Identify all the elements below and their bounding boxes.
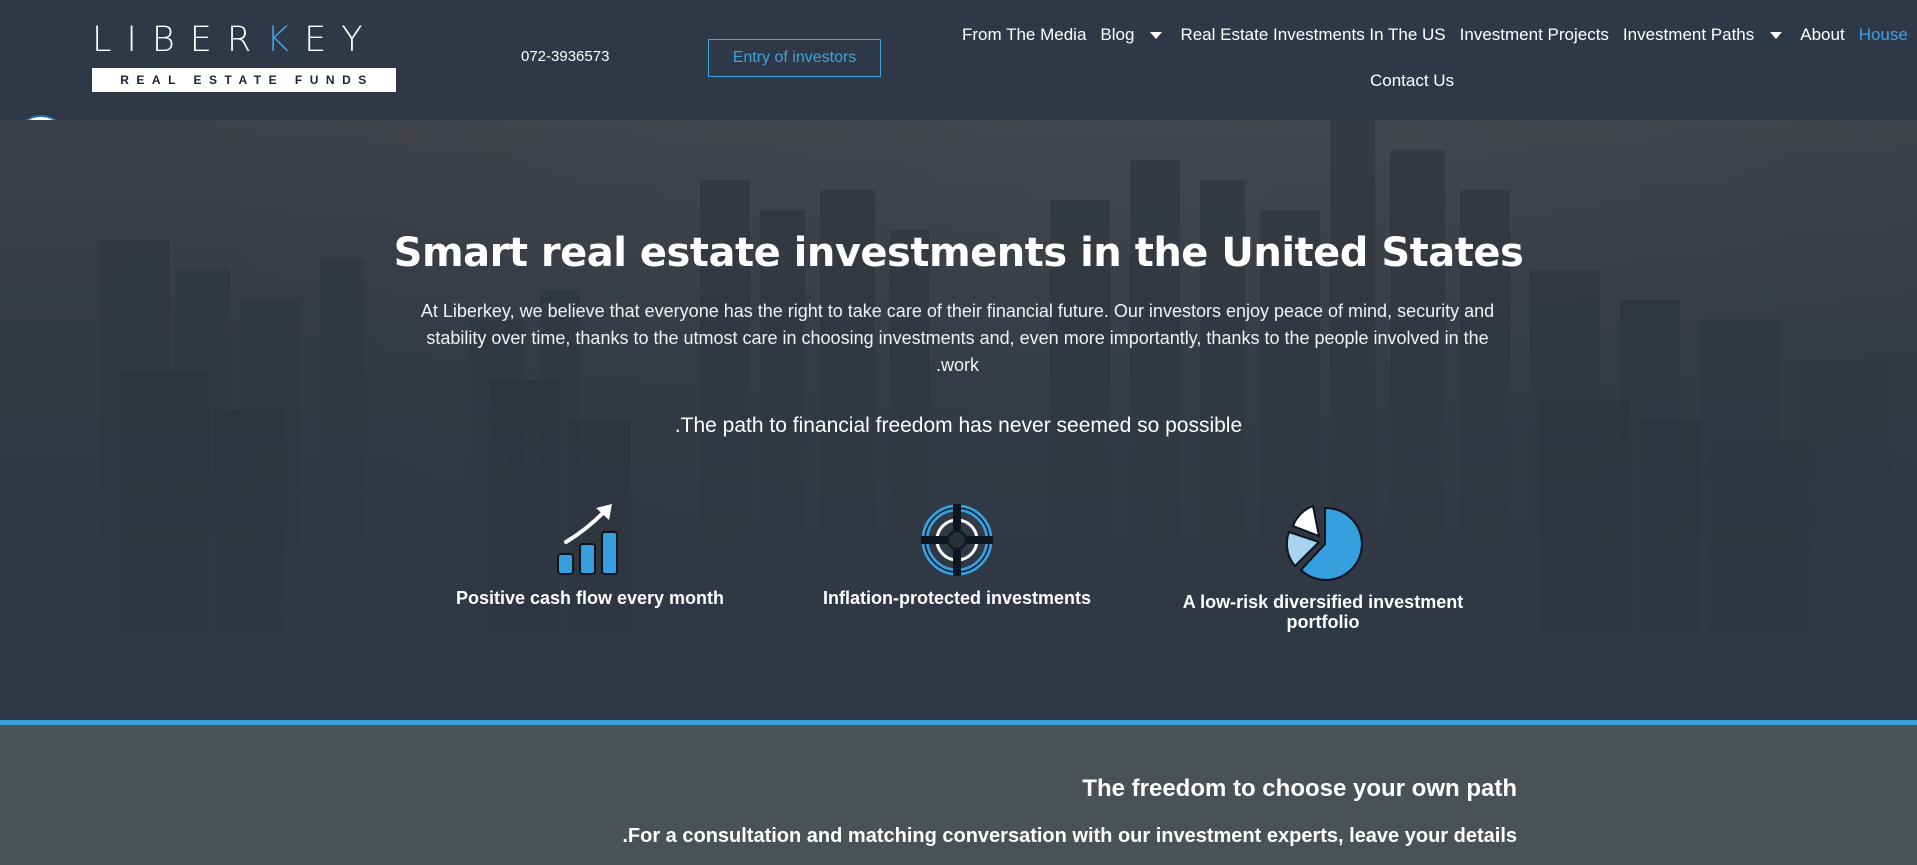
nav-item-investment-projects[interactable]: Investment Projects bbox=[1453, 24, 1616, 46]
nav-row: Contact Us bbox=[1363, 70, 1461, 92]
main-nav: From The Media Blog Real Estate Investme… bbox=[955, 24, 1908, 104]
nav-item-label: Investment Paths bbox=[1622, 25, 1755, 44]
feature-label: Positive cash flow every month bbox=[455, 588, 725, 608]
logo[interactable]: LIBERKEY REAL ESTATE FUNDS bbox=[92, 22, 400, 92]
nav-item-investment-paths[interactable]: Investment Paths bbox=[1616, 24, 1793, 46]
logo-tagline: REAL ESTATE FUNDS bbox=[92, 68, 396, 92]
investors-entry-button[interactable]: Entry of investors bbox=[708, 39, 881, 77]
nav-item-blog[interactable]: Blog bbox=[1093, 24, 1173, 46]
logo-wordmark: LIBERKEY bbox=[92, 20, 378, 60]
nav-item-us-investments[interactable]: Real Estate Investments In The US bbox=[1173, 24, 1452, 46]
hero-description-line: .work bbox=[935, 355, 979, 375]
site-header: LIBERKEY REAL ESTATE FUNDS 072-3936573 E… bbox=[0, 0, 1917, 120]
section-title: The freedom to choose your own path bbox=[1082, 775, 1517, 802]
pie-chart-icon bbox=[1285, 504, 1363, 581]
feature-label: Inflation-protected investments bbox=[822, 588, 1092, 608]
nav-item-house[interactable]: House bbox=[1852, 24, 1915, 46]
hero-description-line: stability over time, thanks to the utmos… bbox=[426, 328, 1489, 348]
section-text: .For a consultation and matching convers… bbox=[622, 825, 1517, 847]
nav-item-about[interactable]: About bbox=[1793, 24, 1851, 46]
chevron-down-icon[interactable] bbox=[1150, 31, 1163, 39]
target-icon bbox=[921, 504, 993, 576]
nav-row: From The Media Blog Real Estate Investme… bbox=[955, 24, 1915, 46]
feature-diversified-portfolio: A low-risk diversified investment portfol… bbox=[1163, 502, 1483, 632]
nav-item-contact-us[interactable]: Contact Us bbox=[1363, 70, 1461, 92]
feature-positive-cash-flow: Positive cash flow every month bbox=[430, 502, 750, 608]
hero-title: Smart real estate investments in the Uni… bbox=[393, 230, 1524, 276]
hero-section: Smart real estate investments in the Uni… bbox=[0, 120, 1917, 720]
hero-description-line: At Liberkey, we believe that everyone ha… bbox=[420, 301, 1495, 321]
chart-growth-icon bbox=[557, 504, 618, 575]
feature-inflation-protected: Inflation-protected investments bbox=[797, 502, 1117, 608]
nav-item-from-the-media[interactable]: From The Media bbox=[955, 24, 1093, 46]
hero-description: At Liberkey, we believe that everyone ha… bbox=[405, 298, 1510, 379]
nav-item-label: Blog bbox=[1100, 25, 1135, 44]
chevron-down-icon[interactable] bbox=[1770, 31, 1783, 39]
hero-subtitle: .The path to financial freedom has never… bbox=[674, 414, 1243, 437]
contact-section: The freedom to choose your own path .For… bbox=[0, 725, 1917, 865]
phone-link[interactable]: 072-3936573 bbox=[521, 48, 609, 65]
feature-label: A low-risk diversified investment portfol… bbox=[1182, 592, 1464, 632]
